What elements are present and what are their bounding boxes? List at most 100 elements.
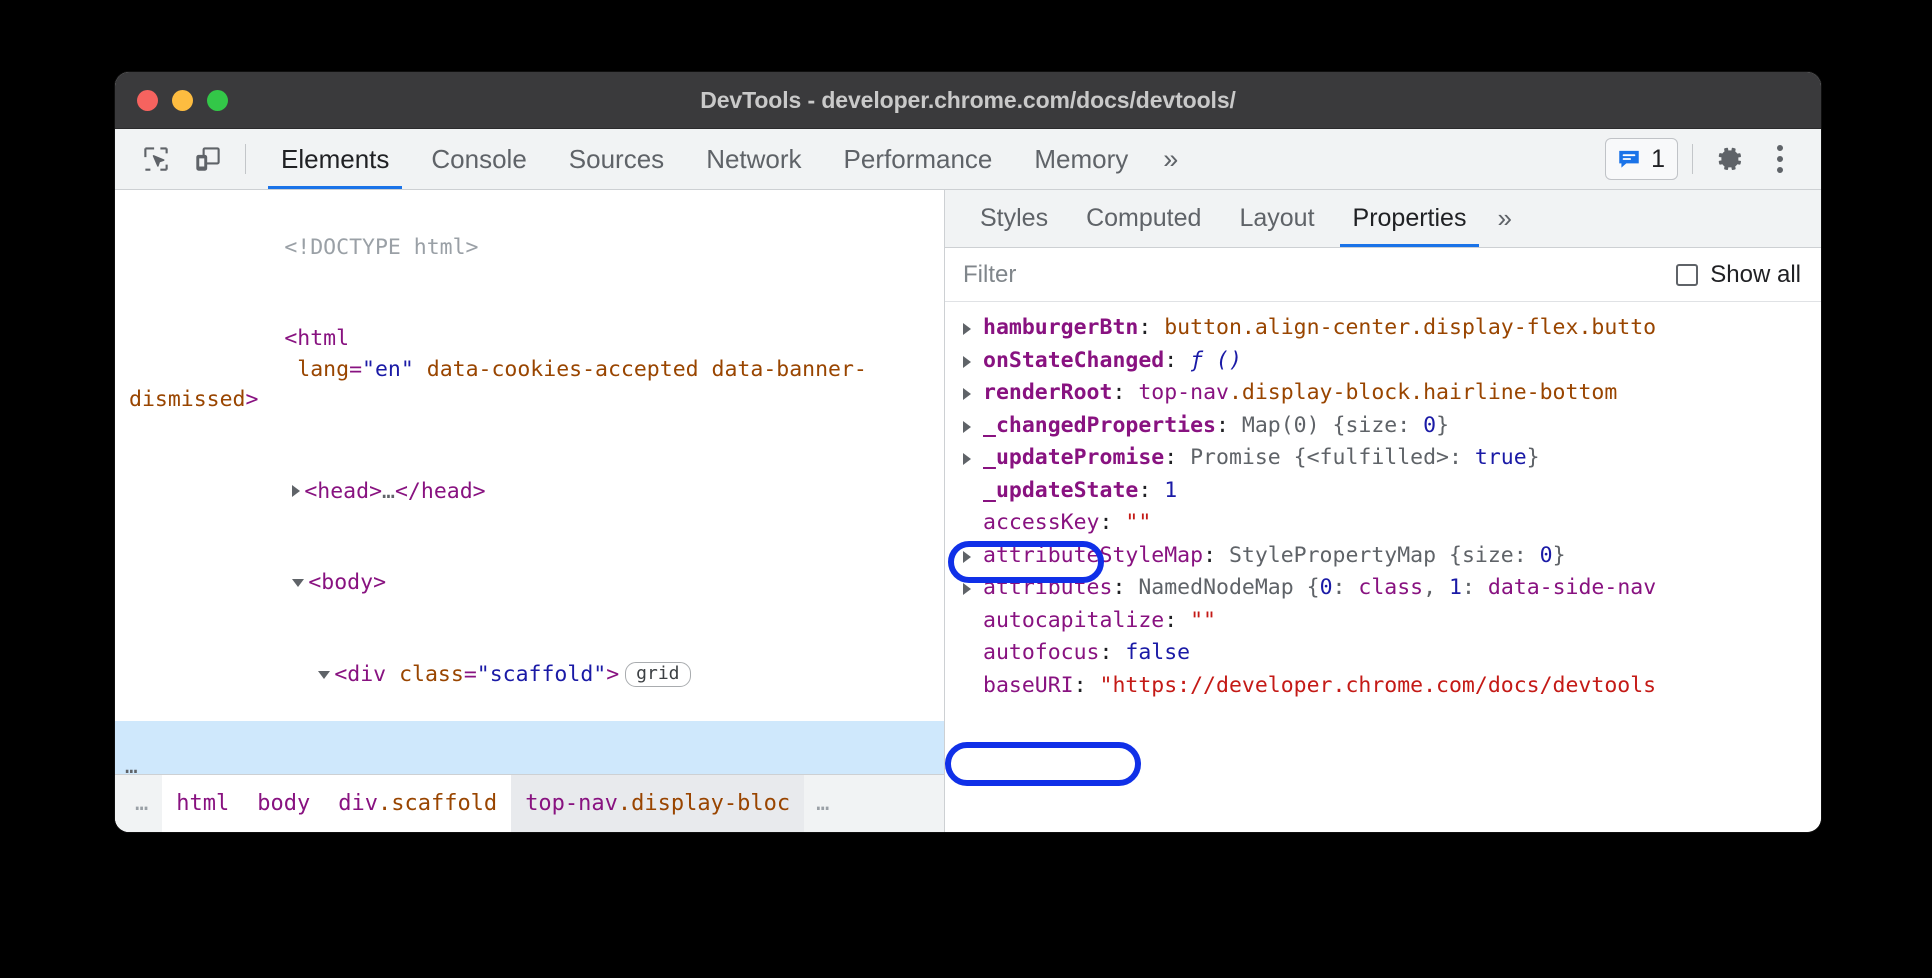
sidebar-tab-list: Styles Computed Layout Properties » — [945, 190, 1821, 248]
dom-node-top-nav[interactable]: … <top-nav class="display-block hairline… — [115, 721, 944, 775]
expand-onStateChanged-icon[interactable] — [963, 356, 971, 368]
breadcrumb-item-top-nav[interactable]: top-nav.display-bloc — [511, 775, 804, 832]
expand-attributes-icon[interactable] — [963, 583, 971, 595]
tab-sources-label: Sources — [569, 144, 664, 175]
breadcrumb-item-div-scaffold[interactable]: div.scaffold — [324, 775, 511, 832]
property-name: autofocus — [983, 640, 1100, 665]
maximize-window-icon[interactable] — [207, 90, 228, 111]
elements-sidebar: Styles Computed Layout Properties » Filt… — [945, 190, 1821, 832]
gear-icon[interactable] — [1707, 136, 1753, 182]
property-value: "" — [1125, 510, 1151, 535]
property-name: attributes — [983, 575, 1112, 600]
properties-filter-bar: Filter Show all — [945, 248, 1821, 302]
property-row-updatePromise[interactable]: _updatePromise: Promise {<fulfilled>: tr… — [945, 442, 1821, 475]
property-name: _changedProperties — [983, 413, 1216, 438]
collapse-body-icon[interactable] — [292, 579, 304, 587]
kebab-menu-icon[interactable] — [1757, 136, 1803, 182]
property-name: autocapitalize — [983, 608, 1164, 633]
dom-tree[interactable]: <!DOCTYPE html> <html lang="en" data-coo… — [115, 190, 944, 774]
inspect-element-icon[interactable] — [133, 136, 179, 182]
property-name: _updateState — [983, 478, 1138, 503]
property-row-autocapitalize[interactable]: autocapitalize: "" — [945, 605, 1821, 638]
tab-network[interactable]: Network — [685, 129, 822, 189]
property-name: accessKey — [983, 510, 1100, 535]
expand-renderRoot-icon[interactable] — [963, 388, 971, 400]
tab-console[interactable]: Console — [410, 129, 547, 189]
tab-computed-label: Computed — [1086, 204, 1201, 233]
properties-list[interactable]: hamburgerBtn: button.align-center.displa… — [945, 302, 1821, 832]
breadcrumb-item-body[interactable]: body — [243, 775, 324, 832]
tab-memory[interactable]: Memory — [1013, 129, 1149, 189]
tab-network-label: Network — [706, 144, 801, 175]
property-row-updateState[interactable]: _updateState: 1 — [945, 475, 1821, 508]
property-name: _updatePromise — [983, 445, 1164, 470]
issues-badge[interactable]: 1 — [1605, 138, 1678, 180]
toolbar-divider-2 — [1692, 144, 1693, 174]
dom-node-body[interactable]: <body> — [115, 538, 944, 630]
property-value: ƒ () — [1190, 348, 1242, 373]
panel-tab-list: Elements Console Sources Network Perform… — [260, 129, 1192, 189]
property-row-hamburgerBtn[interactable]: hamburgerBtn: button.align-center.displa… — [945, 312, 1821, 345]
expand-head-icon[interactable] — [292, 485, 300, 497]
toolbar-right-group: 1 — [1605, 136, 1805, 182]
property-value: "https://developer.chrome.com/docs/devto… — [1100, 673, 1657, 698]
filter-input[interactable]: Filter — [963, 261, 1016, 289]
dom-node-doctype[interactable]: <!DOCTYPE html> — [115, 202, 944, 294]
issues-count: 1 — [1651, 145, 1665, 174]
breadcrumb-overflow-left[interactable]: … — [123, 775, 162, 832]
tab-properties[interactable]: Properties — [1334, 190, 1486, 247]
close-window-icon[interactable] — [137, 90, 158, 111]
more-panels-chevron-icon[interactable]: » — [1149, 129, 1192, 189]
property-value: false — [1125, 640, 1190, 665]
collapse-scaffold-icon[interactable] — [318, 671, 330, 679]
tab-computed[interactable]: Computed — [1067, 190, 1220, 247]
dom-node-html[interactable]: <html lang="en" data-cookies-accepted da… — [115, 294, 944, 447]
property-row-changedProperties[interactable]: _changedProperties: Map(0) {size: 0} — [945, 410, 1821, 443]
property-value: "" — [1190, 608, 1216, 633]
device-toolbar-icon[interactable] — [185, 136, 231, 182]
property-name: hamburgerBtn — [983, 315, 1138, 340]
tab-layout-label: Layout — [1239, 204, 1314, 233]
toolbar-divider — [245, 144, 246, 174]
issues-message-icon — [1616, 146, 1642, 172]
node-overflow-ellipsis[interactable]: … — [125, 751, 139, 774]
screenshot-stage: DevTools - developer.chrome.com/docs/dev… — [0, 0, 1932, 978]
tab-performance-label: Performance — [844, 144, 993, 175]
dom-node-div-scaffold[interactable]: <div class="scaffold">grid — [115, 629, 944, 721]
breadcrumb: … html body div.scaffold top-nav.display… — [115, 774, 944, 832]
tab-sources[interactable]: Sources — [548, 129, 685, 189]
tab-performance[interactable]: Performance — [823, 129, 1014, 189]
show-all-toggle[interactable]: Show all — [1676, 261, 1801, 289]
dom-node-head[interactable]: <head>…</head> — [115, 446, 944, 538]
tab-properties-label: Properties — [1353, 204, 1467, 233]
elements-panel: <!DOCTYPE html> <html lang="en" data-coo… — [115, 190, 945, 832]
toolbar-icon-group — [133, 136, 231, 182]
expand-changedProperties-icon[interactable] — [963, 421, 971, 433]
grid-badge[interactable]: grid — [625, 662, 690, 687]
minimize-window-icon[interactable] — [172, 90, 193, 111]
property-row-attributes[interactable]: attributes: NamedNodeMap {0: class, 1: d… — [945, 572, 1821, 605]
expand-attributeStyleMap-icon[interactable] — [963, 551, 971, 563]
expand-updatePromise-icon[interactable] — [963, 453, 971, 465]
tab-memory-label: Memory — [1034, 144, 1128, 175]
breadcrumb-item-html[interactable]: html — [162, 775, 243, 832]
tab-styles[interactable]: Styles — [961, 190, 1067, 247]
property-row-autofocus[interactable]: autofocus: false — [945, 637, 1821, 670]
traffic-light-buttons[interactable] — [137, 90, 228, 111]
show-all-checkbox[interactable] — [1676, 264, 1698, 286]
property-row-renderRoot[interactable]: renderRoot: top-nav.display-block.hairli… — [945, 377, 1821, 410]
property-row-attributeStyleMap[interactable]: attributeStyleMap: StylePropertyMap {siz… — [945, 540, 1821, 573]
property-name: renderRoot — [983, 380, 1112, 405]
property-row-accessKey[interactable]: accessKey: "" — [945, 507, 1821, 540]
breadcrumb-overflow-right[interactable]: … — [804, 775, 843, 832]
devtools-main-toolbar: Elements Console Sources Network Perform… — [115, 129, 1821, 190]
property-value: 1 — [1164, 478, 1177, 503]
more-sidebar-tabs-chevron-icon[interactable]: » — [1485, 190, 1523, 247]
tab-styles-label: Styles — [980, 204, 1048, 233]
property-name: baseURI — [983, 673, 1074, 698]
tab-layout[interactable]: Layout — [1220, 190, 1333, 247]
tab-elements[interactable]: Elements — [260, 129, 410, 189]
expand-hamburgerBtn-icon[interactable] — [963, 323, 971, 335]
property-row-onStateChanged[interactable]: onStateChanged: ƒ () — [945, 345, 1821, 378]
property-row-baseURI[interactable]: baseURI: "https://developer.chrome.com/d… — [945, 670, 1821, 703]
